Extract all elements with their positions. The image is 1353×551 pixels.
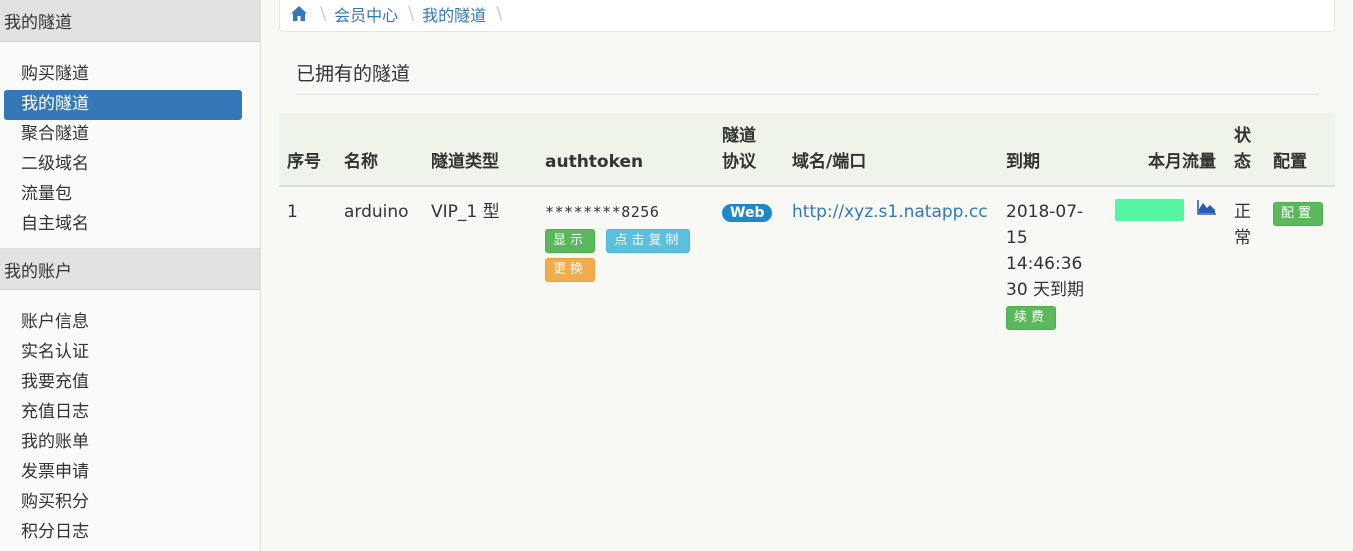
sidebar-item-recharge-log[interactable]: 充值日志 [4,398,242,428]
breadcrumb-member-center[interactable]: 会员中心 [334,2,398,26]
cell-expire: 2018-07-15 14:46:36 30 天到期 续费 [998,186,1107,338]
sidebar: 我的隧道 购买隧道 我的隧道 聚合隧道 二级域名 流量包 自主域名 我的账户 账… [0,0,261,551]
config-button[interactable]: 配置 [1273,202,1324,226]
cell-traffic [1107,186,1226,338]
sidebar-account-list: 账户信息 实名认证 我要充值 充值日志 我的账单 发票申请 购买积分 积分日志 [0,290,260,551]
sidebar-item-points-log[interactable]: 积分日志 [4,518,242,548]
sidebar-item-real-name[interactable]: 实名认证 [4,338,242,368]
sidebar-item-account-info[interactable]: 账户信息 [4,308,242,338]
sidebar-header-account: 我的账户 [0,248,260,290]
col-type: 隧道类型 [423,113,537,187]
sidebar-tunnel-list: 购买隧道 我的隧道 聚合隧道 二级域名 流量包 自主域名 [0,42,260,248]
area-chart-icon[interactable] [1197,197,1217,223]
col-expire: 到期 [998,113,1107,187]
cell-index: 1 [287,202,298,222]
sidebar-item-my-bills[interactable]: 我的账单 [4,428,242,458]
sidebar-item-my-tunnels[interactable]: 我的隧道 [4,90,242,120]
col-traffic: 本月流量 [1107,113,1226,187]
cell-status: 正常 [1226,186,1265,338]
tunnels-table: 序号 名称 隧道类型 authtoken 隧道协议 域名/端口 到期 本月流量 … [279,113,1335,338]
main-content: \ 会员中心 \ 我的隧道 \ 已拥有的隧道 序号 名称 隧道类型 authto… [279,0,1335,551]
sidebar-item-traffic-pack[interactable]: 流量包 [4,180,242,210]
renew-button[interactable]: 续费 [1006,306,1057,330]
cell-protocol: Web [714,186,784,338]
breadcrumb-separator: \ [320,3,327,24]
col-protocol: 隧道协议 [714,113,784,187]
sidebar-item-subdomain[interactable]: 二级域名 [4,150,242,180]
cell-type: VIP_1 型 [431,202,500,222]
col-name: 名称 [336,113,423,187]
status-text: 正常 [1234,202,1251,248]
col-authtoken: authtoken [537,113,714,187]
authtoken-value: ********8256 [545,203,660,221]
cell-domain: http://xyz.s1.natapp.cc [784,186,998,338]
breadcrumb-separator: \ [408,3,415,24]
cell-name: arduino [344,202,409,222]
sidebar-item-buy-points[interactable]: 购买积分 [4,488,242,518]
sidebar-item-custom-domain[interactable]: 自主域名 [4,210,242,240]
sidebar-item-recharge[interactable]: 我要充值 [4,368,242,398]
traffic-bar [1115,199,1184,221]
table-header-row: 序号 名称 隧道类型 authtoken 隧道协议 域名/端口 到期 本月流量 … [279,113,1335,187]
sidebar-header-tunnels: 我的隧道 [0,0,260,42]
expire-date: 2018-07-15 [1006,202,1084,248]
cell-config: 配置 [1265,186,1335,338]
col-status: 状态 [1226,113,1265,187]
sidebar-item-invoice[interactable]: 发票申请 [4,458,242,488]
col-protocol-label: 隧道协议 [722,126,756,172]
cell-authtoken: ********8256 显示 点击复制 更换 [537,186,714,338]
col-config: 配置 [1265,113,1335,187]
change-token-button[interactable]: 更换 [545,258,596,282]
protocol-badge: Web [722,204,773,222]
domain-link[interactable]: http://xyz.s1.natapp.cc [792,202,988,222]
copy-token-button[interactable]: 点击复制 [606,229,691,253]
show-token-button[interactable]: 显示 [545,229,596,253]
expire-time: 14:46:36 [1006,254,1083,274]
col-index: 序号 [279,113,336,187]
table-row: 1 arduino VIP_1 型 ********8256 显示 点击复制 更… [279,186,1335,338]
page-title: 已拥有的隧道 [296,59,1319,95]
sidebar-item-aggregate-tunnel[interactable]: 聚合隧道 [4,120,242,150]
expire-remaining: 30 天到期 [1006,280,1085,300]
sidebar-item-buy-tunnel[interactable]: 购买隧道 [4,60,242,90]
breadcrumb-separator: \ [496,3,503,24]
breadcrumb-my-tunnels[interactable]: 我的隧道 [422,2,486,26]
home-icon[interactable] [290,4,310,24]
breadcrumb: \ 会员中心 \ 我的隧道 \ [279,0,1335,32]
col-domain: 域名/端口 [784,113,998,187]
col-status-label: 状态 [1234,126,1251,172]
